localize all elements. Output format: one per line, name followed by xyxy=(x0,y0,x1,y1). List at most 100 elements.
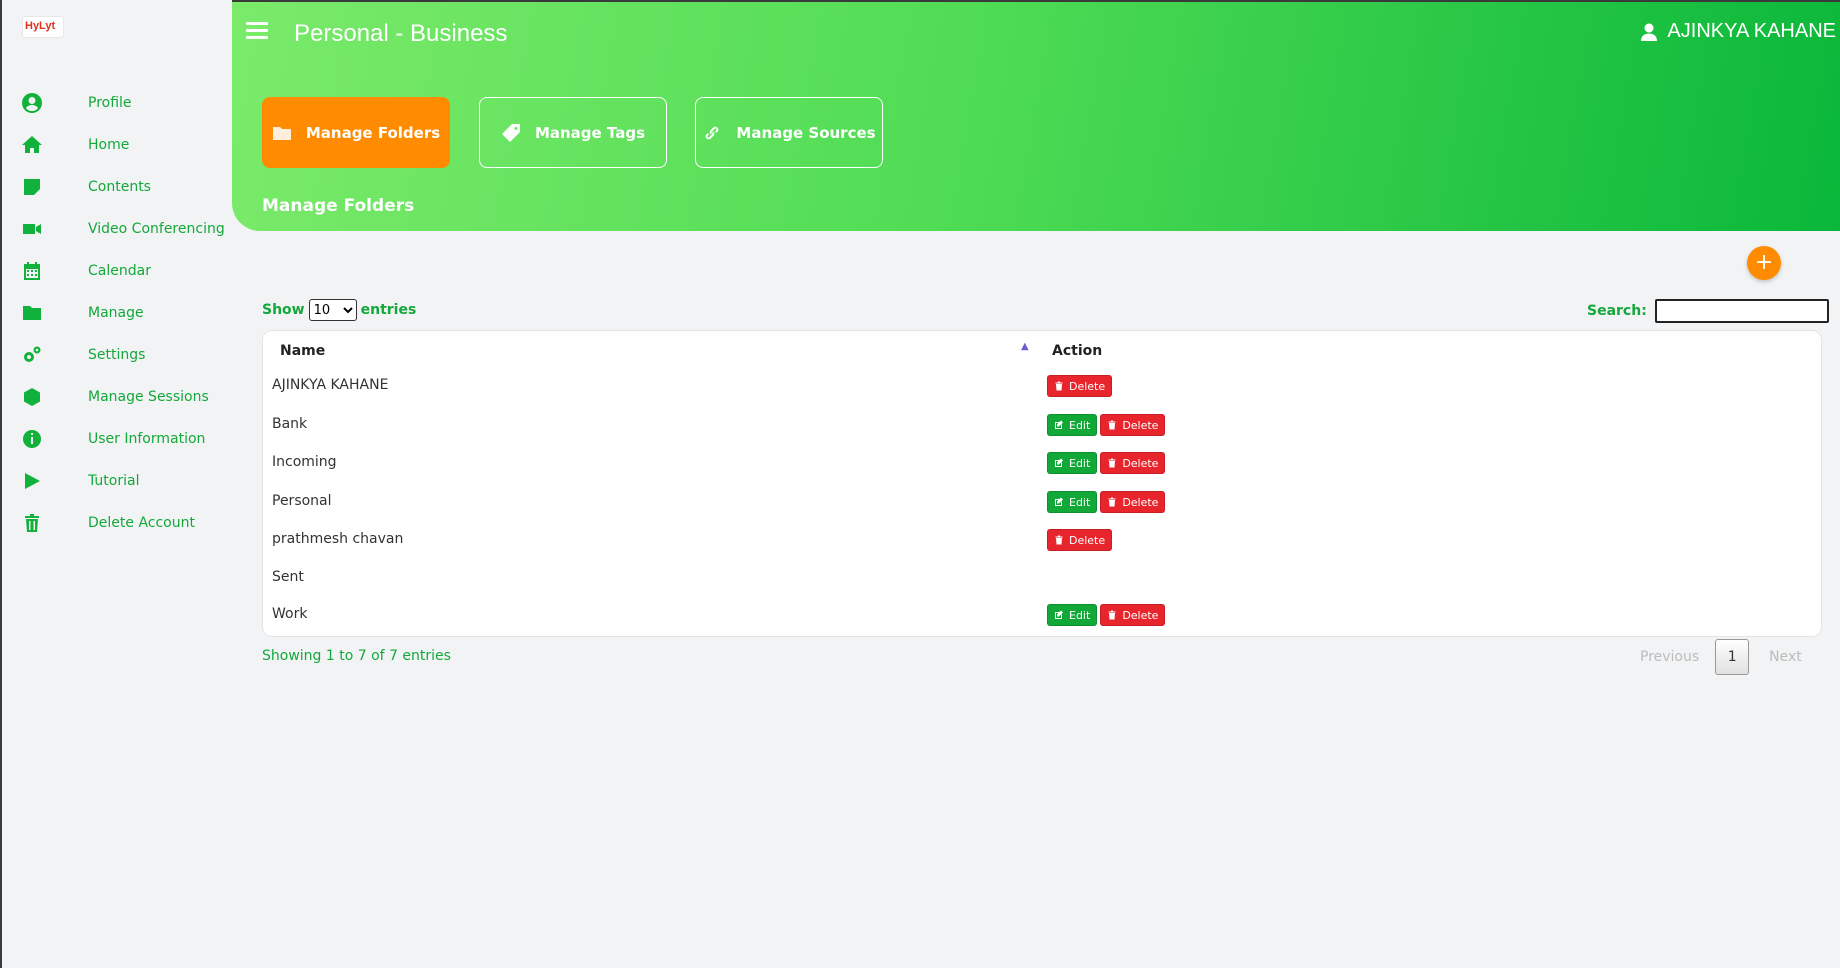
edit-icon xyxy=(1055,497,1063,506)
page-size-select[interactable]: 10 xyxy=(308,299,357,321)
info-circle-icon xyxy=(2,429,88,449)
page-title: Personal - Business xyxy=(294,20,508,47)
hamburger-menu-icon[interactable] xyxy=(246,22,268,40)
tab-manage-sources[interactable]: Manage Sources xyxy=(695,97,883,168)
page-number-button[interactable]: 1 xyxy=(1715,639,1750,675)
add-folder-button[interactable]: + xyxy=(1747,246,1781,280)
column-header-action: Action xyxy=(1052,343,1103,359)
column-header-name[interactable]: Name xyxy=(280,343,325,359)
user-name: AJINKYA KAHANE xyxy=(1667,20,1836,42)
sidebar-item-label: Manage xyxy=(88,305,144,321)
edit-label: Edit xyxy=(1069,608,1091,622)
app-logo[interactable]: HyLyt xyxy=(22,16,64,38)
sidebar-item-manage-sessions[interactable]: Manage Sessions xyxy=(2,376,232,418)
folder-name: Work xyxy=(272,606,308,622)
table-row: Personal Edit Delete xyxy=(263,485,1821,523)
edit-icon xyxy=(1055,420,1063,429)
edit-label: Edit xyxy=(1069,456,1091,470)
sidebar-item-user-information[interactable]: User Information xyxy=(2,418,232,460)
table-info: Showing 1 to 7 of 7 entries xyxy=(262,648,451,664)
play-icon xyxy=(2,471,88,491)
delete-button[interactable]: Delete xyxy=(1100,491,1166,513)
sidebar-nav: Profile Home Contents Video Conferencing… xyxy=(2,82,232,544)
trash-icon xyxy=(1055,535,1063,545)
sidebar-item-label: User Information xyxy=(88,431,206,447)
user-circle-icon xyxy=(2,93,88,113)
sidebar-item-delete-account[interactable]: Delete Account xyxy=(2,502,232,544)
edit-button[interactable]: Edit xyxy=(1047,491,1098,513)
tab-label: Manage Tags xyxy=(534,123,646,142)
folder-name: Sent xyxy=(272,569,304,585)
edit-label: Edit xyxy=(1069,418,1091,432)
sidebar-item-label: Calendar xyxy=(88,263,151,279)
page-size-control: Show 10 entries xyxy=(262,299,416,321)
delete-button[interactable]: Delete xyxy=(1100,604,1166,626)
sort-ascending-icon[interactable]: ▲ xyxy=(1021,341,1029,352)
show-label: Show xyxy=(262,302,305,318)
trash-icon xyxy=(1108,497,1116,507)
tab-label: Manage Folders xyxy=(305,123,441,142)
sidebar-item-profile[interactable]: Profile xyxy=(2,82,232,124)
table-row: Incoming Edit Delete xyxy=(263,446,1821,484)
previous-page-button[interactable]: Previous xyxy=(1640,649,1699,665)
delete-button[interactable]: Delete xyxy=(1100,452,1166,474)
trash-icon xyxy=(2,513,88,533)
note-icon xyxy=(2,177,88,197)
edit-label: Edit xyxy=(1069,495,1091,509)
edit-button[interactable]: Edit xyxy=(1047,452,1098,474)
tab-label: Manage Sources xyxy=(736,123,876,142)
user-menu[interactable]: AJINKYA KAHANE xyxy=(1641,20,1836,43)
folders-table: Name ▲ Action AJINKYA KAHANE Delete Bank… xyxy=(262,330,1822,637)
sidebar-item-home[interactable]: Home xyxy=(2,124,232,166)
delete-label: Delete xyxy=(1069,379,1106,393)
tab-manage-tags[interactable]: Manage Tags xyxy=(479,97,667,168)
table-row: prathmesh chavan Delete xyxy=(263,523,1821,561)
sidebar: HyLyt Profile Home Contents Video Confer… xyxy=(2,0,232,968)
tag-icon xyxy=(501,123,520,142)
search-input[interactable] xyxy=(1654,299,1829,323)
folder-name: AJINKYA KAHANE xyxy=(272,377,389,393)
video-camera-icon xyxy=(2,219,88,239)
sidebar-item-label: Settings xyxy=(88,347,146,363)
sidebar-item-tutorial[interactable]: Tutorial xyxy=(2,460,232,502)
delete-label: Delete xyxy=(1122,608,1159,622)
edit-icon xyxy=(1055,610,1063,619)
delete-button[interactable]: Delete xyxy=(1100,414,1166,436)
edit-button[interactable]: Edit xyxy=(1047,414,1098,436)
sidebar-item-contents[interactable]: Contents xyxy=(2,166,232,208)
search-control: Search: xyxy=(1587,299,1829,323)
delete-button[interactable]: Delete xyxy=(1047,529,1113,551)
sidebar-item-calendar[interactable]: Calendar xyxy=(2,250,232,292)
folder-icon xyxy=(272,126,291,140)
table-row: Bank Edit Delete xyxy=(263,408,1821,446)
delete-label: Delete xyxy=(1069,533,1106,547)
trash-icon xyxy=(1108,458,1116,468)
sidebar-item-manage[interactable]: Manage xyxy=(2,292,232,334)
sidebar-item-settings[interactable]: Settings xyxy=(2,334,232,376)
folder-name: Personal xyxy=(272,493,332,509)
section-title: Manage Folders xyxy=(262,196,415,216)
pagination: Previous 1 Next xyxy=(1640,639,1802,675)
folder-icon xyxy=(2,303,88,323)
entries-label: entries xyxy=(360,302,417,318)
trash-icon xyxy=(1055,381,1063,391)
table-row: Sent xyxy=(263,561,1821,599)
edit-button[interactable]: Edit xyxy=(1047,604,1098,626)
gears-icon xyxy=(2,345,88,365)
sidebar-item-label: Tutorial xyxy=(88,473,140,489)
sidebar-item-video-conferencing[interactable]: Video Conferencing xyxy=(2,208,232,250)
folder-name: prathmesh chavan xyxy=(272,531,404,547)
home-icon xyxy=(2,135,88,155)
delete-label: Delete xyxy=(1122,456,1159,470)
table-row: Work Edit Delete xyxy=(263,598,1821,636)
folder-name: Bank xyxy=(272,416,308,432)
delete-button[interactable]: Delete xyxy=(1047,375,1113,397)
calendar-icon xyxy=(2,261,88,281)
sidebar-item-label: Manage Sessions xyxy=(88,389,209,405)
tab-manage-folders[interactable]: Manage Folders xyxy=(262,97,450,168)
next-page-button[interactable]: Next xyxy=(1769,649,1802,665)
link-icon xyxy=(706,126,719,139)
sidebar-item-label: Contents xyxy=(88,179,151,195)
delete-label: Delete xyxy=(1122,495,1159,509)
search-label: Search: xyxy=(1587,303,1647,319)
